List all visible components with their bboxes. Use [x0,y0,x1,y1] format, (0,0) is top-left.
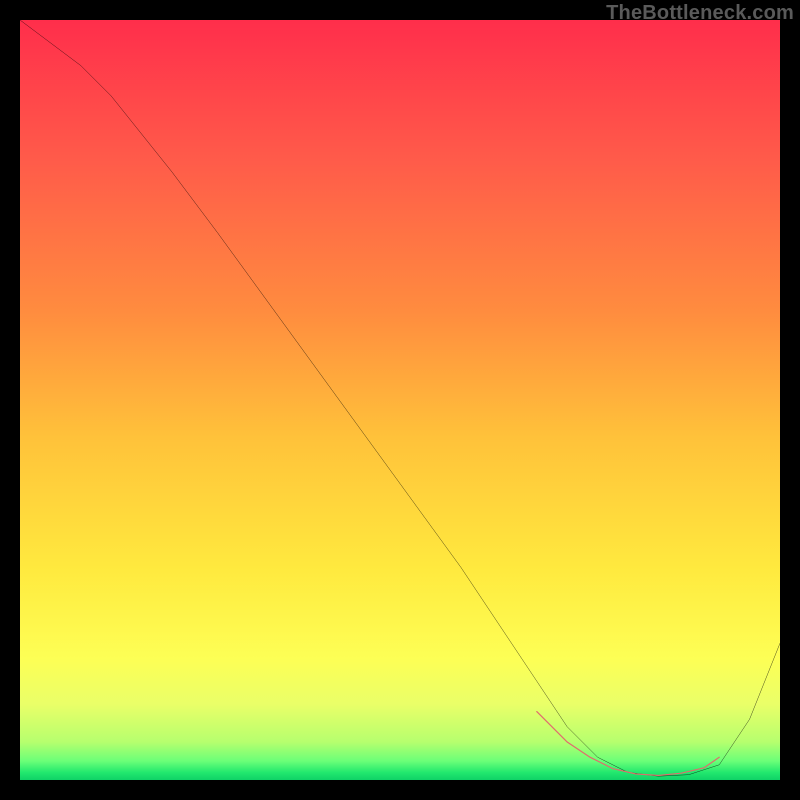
curve-layer [20,20,780,780]
bottleneck-curve [20,20,780,776]
optimal-band-highlight [537,712,719,776]
watermark-text: TheBottleneck.com [606,2,794,25]
plot-area [20,20,780,780]
chart-frame: TheBottleneck.com [0,0,800,800]
